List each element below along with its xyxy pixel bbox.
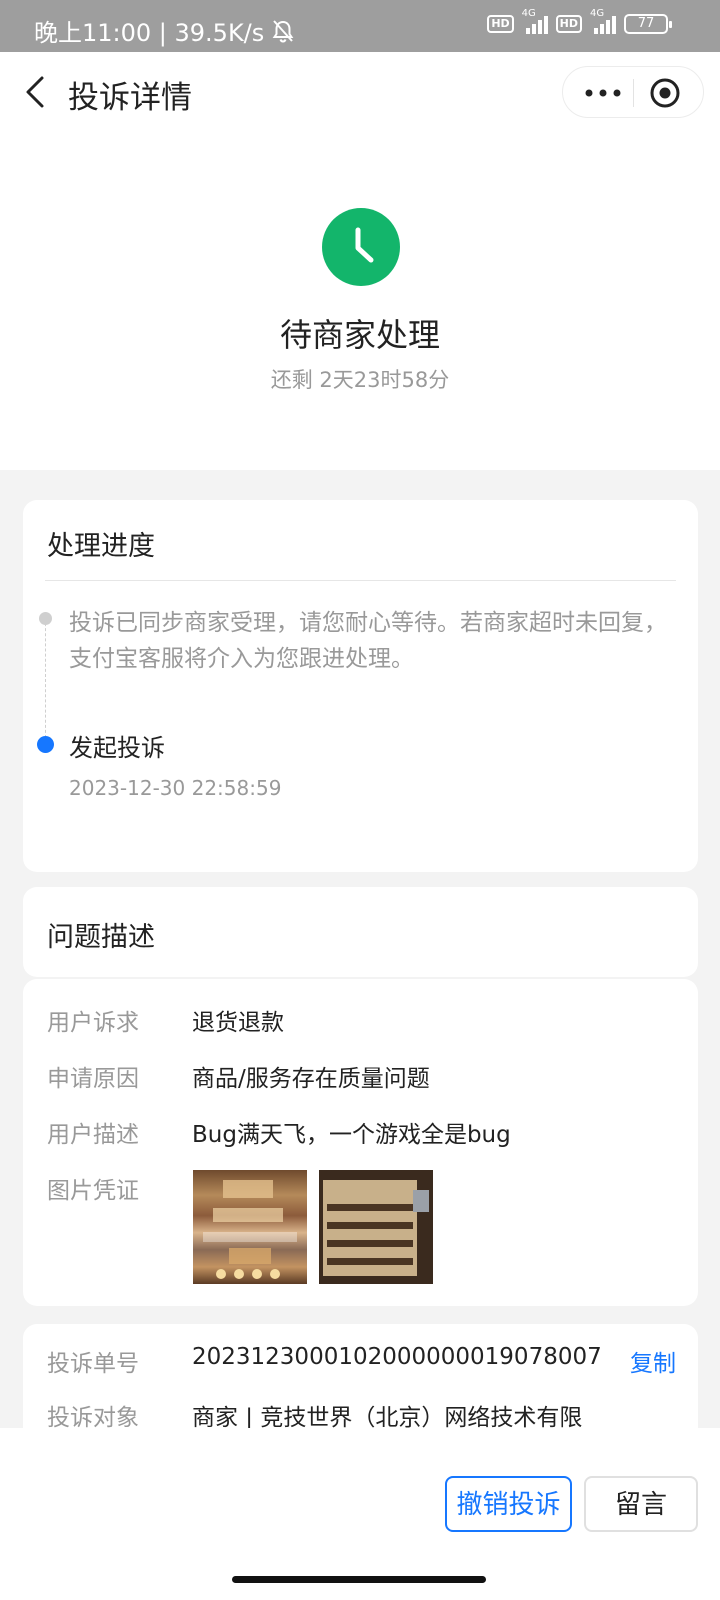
remaining-time: 还剩 2天23时58分 <box>270 368 450 392</box>
signal-icon: 4G <box>522 8 548 34</box>
more-icon[interactable] <box>583 81 623 105</box>
game-screenshot-image <box>203 1180 297 1279</box>
capsule-divider <box>633 79 634 107</box>
order-number-label: 投诉单号 <box>47 1351 139 1377</box>
copy-button[interactable]: 复制 <box>630 1344 676 1378</box>
timeline-line <box>45 618 46 738</box>
timeline-dot-active <box>37 736 54 753</box>
status-title: 待商家处理 <box>279 316 440 354</box>
nav-bar: 投诉详情 <box>0 52 720 132</box>
description-title: 问题描述 <box>47 922 155 953</box>
divider <box>45 580 676 581</box>
timeline-step-time: 2023-12-30 22:58:59 <box>69 776 282 800</box>
order-number-value: 2023123000102000000019078007 <box>192 1344 602 1370</box>
complaint-target-value: 商家 | 竞技世界（北京）网络技术有限 <box>192 1405 583 1431</box>
complaint-target-label: 投诉对象 <box>47 1405 139 1431</box>
evidence-image[interactable] <box>319 1170 433 1284</box>
hd-badge: HD <box>555 15 582 33</box>
timeline-step-title: 发起投诉 <box>69 734 165 762</box>
status-header: 待商家处理 还剩 2天23时58分 <box>0 132 720 470</box>
timeline-dot-pending <box>39 612 52 625</box>
close-mini-program-icon[interactable] <box>649 77 681 109</box>
mute-bell-icon <box>272 19 294 43</box>
bottom-action-bar: 撤销投诉 留言 <box>0 1428 720 1600</box>
order-info-card: 投诉单号 2023123000102000000019078007 复制 投诉对… <box>23 1324 698 1434</box>
evidence-image[interactable] <box>193 1170 307 1284</box>
progress-title: 处理进度 <box>47 531 155 562</box>
detail-label: 用户诉求 <box>47 1010 139 1036</box>
detail-value: Bug满天飞，一个游戏全是bug <box>192 1122 511 1148</box>
status-time: 晚上11:00 | 39.5K/s <box>34 19 265 47</box>
leave-message-button[interactable]: 留言 <box>584 1476 698 1532</box>
clock-icon <box>322 208 400 286</box>
status-bar: 晚上11:00 | 39.5K/s HD 4G HD 4G 77 <box>0 0 720 52</box>
hd-badge: HD <box>487 15 514 33</box>
detail-label: 图片凭证 <box>47 1178 139 1204</box>
detail-value: 商品/服务存在质量问题 <box>192 1066 430 1092</box>
detail-value: 退货退款 <box>192 1010 284 1036</box>
home-indicator[interactable] <box>232 1576 486 1583</box>
back-arrow-icon[interactable] <box>18 72 54 112</box>
mini-program-capsule <box>562 66 704 118</box>
page-title: 投诉详情 <box>68 80 192 116</box>
description-card: 用户诉求 退货退款 申请原因 商品/服务存在质量问题 用户描述 Bug满天飞，一… <box>23 979 698 1306</box>
battery-icon: 77 <box>624 14 672 34</box>
timeline-step-text: 投诉已同步商家受理，请您耐心等待。若商家超时未回复，支付宝客服将介入为您跟进处理… <box>69 610 667 672</box>
signal-icon: 4G <box>590 8 616 34</box>
detail-label: 用户描述 <box>47 1122 139 1148</box>
progress-card: 处理进度 投诉已同步商家受理，请您耐心等待。若商家超时未回复，支付宝客服将介入为… <box>23 500 698 872</box>
revoke-complaint-button[interactable]: 撤销投诉 <box>445 1476 572 1532</box>
detail-label: 申请原因 <box>47 1066 139 1092</box>
description-title-card: 问题描述 <box>23 887 698 977</box>
